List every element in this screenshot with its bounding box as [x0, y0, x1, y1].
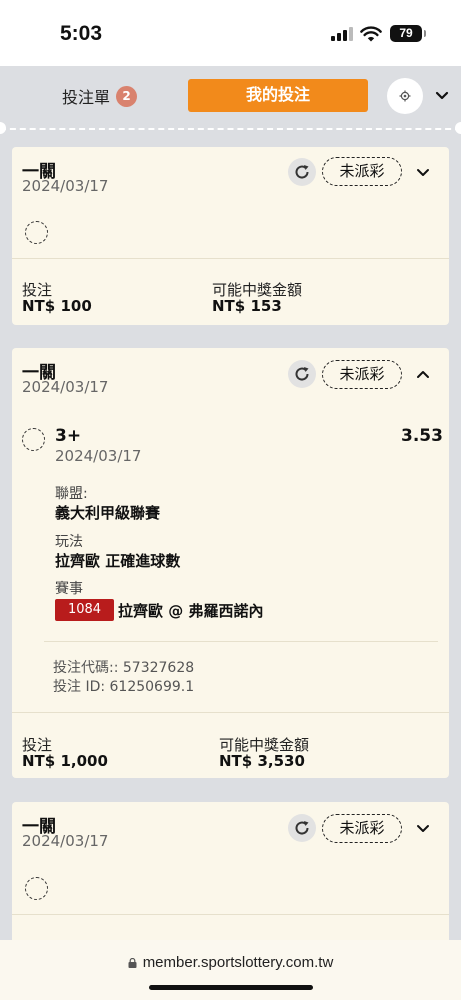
- battery-icon: 79: [390, 25, 426, 42]
- league-label: 聯盟:: [55, 486, 88, 502]
- refresh-icon[interactable]: [288, 158, 316, 186]
- gear-icon: [399, 90, 411, 102]
- status-badge: 未派彩: [322, 157, 402, 186]
- market-label: 玩法: [55, 534, 83, 550]
- signal-icon: [331, 27, 353, 41]
- chevron-up-icon[interactable]: [415, 366, 431, 382]
- bet-slip-header: 投注單 2 我的投注: [0, 66, 461, 128]
- collapse-chevron-icon[interactable]: [432, 86, 452, 106]
- divider: [12, 258, 449, 259]
- tab-bet-slip-label: 投注單: [62, 88, 111, 107]
- bet-id: 投注 ID: 61250699.1: [53, 679, 195, 695]
- payout-value: NT$ 3,530: [219, 752, 305, 770]
- league-value: 義大利甲級聯賽: [55, 504, 161, 522]
- divider: [44, 641, 438, 642]
- divider-notch: [455, 122, 461, 134]
- wifi-icon: [360, 26, 382, 42]
- settings-button[interactable]: [387, 78, 423, 114]
- selection-odds: 3.53: [401, 426, 443, 446]
- status-time: 5:03: [60, 22, 103, 45]
- tab-my-bets[interactable]: 我的投注: [188, 79, 368, 112]
- status-badge: 未派彩: [322, 360, 402, 389]
- status-bar: 5:03 79: [0, 0, 461, 66]
- divider: [0, 128, 461, 130]
- refresh-icon[interactable]: [288, 360, 316, 388]
- selection-status-icon: [22, 428, 45, 451]
- chevron-down-icon[interactable]: [415, 165, 431, 181]
- url-display[interactable]: member.sportslottery.com.tw: [0, 954, 461, 971]
- stake-value: NT$ 100: [22, 297, 92, 315]
- url-text: member.sportslottery.com.tw: [142, 954, 334, 971]
- bet-date: 2024/03/17: [22, 832, 109, 850]
- bet-code: 投注代碼:: 57327628: [53, 660, 195, 676]
- home-indicator: [149, 985, 313, 990]
- selection-status-icon: [25, 221, 48, 244]
- bet-date: 2024/03/17: [22, 177, 109, 195]
- bet-card: 一關 2024/03/17 未派彩 投注 NT$ 100 可能中獎金額 NT$ …: [12, 147, 449, 325]
- divider: [12, 914, 449, 915]
- bet-card: 一關 2024/03/17 未派彩: [12, 802, 449, 962]
- bet-date: 2024/03/17: [22, 378, 109, 396]
- chevron-down-icon[interactable]: [415, 821, 431, 837]
- selection-status-icon: [25, 877, 48, 900]
- match-name: 拉齊歐 @ 弗羅西諾內: [118, 602, 264, 620]
- bet-count-badge: 2: [116, 85, 138, 107]
- lock-icon: [128, 958, 137, 968]
- stake-value: NT$ 1,000: [22, 752, 108, 770]
- match-code-badge: 1084: [55, 599, 114, 621]
- selection-name: 3+: [55, 426, 82, 446]
- selection-date: 2024/03/17: [55, 447, 142, 465]
- event-label: 賽事: [55, 581, 83, 597]
- market-value: 拉齊歐 正確進球數: [55, 552, 181, 570]
- payout-value: NT$ 153: [212, 297, 282, 315]
- browser-url-bar[interactable]: member.sportslottery.com.tw: [0, 940, 461, 1000]
- status-badge: 未派彩: [322, 814, 402, 843]
- refresh-icon[interactable]: [288, 814, 316, 842]
- tab-bet-slip[interactable]: 投注單 2: [62, 84, 138, 108]
- bet-card: 一關 2024/03/17 未派彩 3+ 3.53 2024/03/17 聯盟:…: [12, 348, 449, 778]
- divider: [12, 712, 449, 713]
